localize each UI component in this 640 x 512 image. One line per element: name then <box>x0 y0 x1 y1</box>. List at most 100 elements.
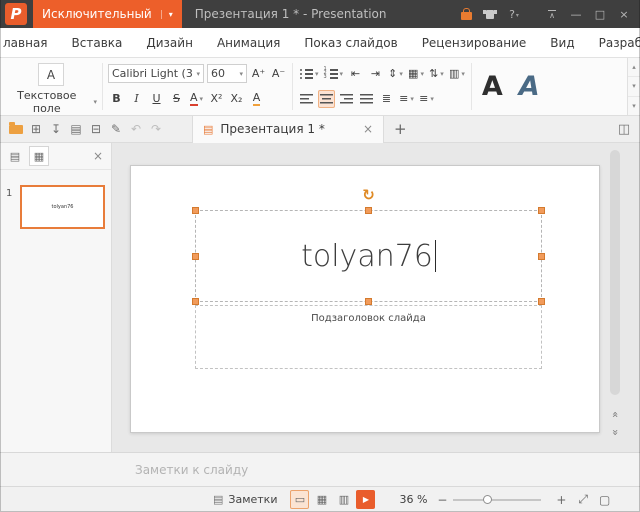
font-name-select[interactable]: Calibri Light (3 ▾ <box>108 64 204 83</box>
grow-font-button[interactable]: A⁺ <box>250 65 267 83</box>
maximize-button[interactable]: □ <box>588 0 612 28</box>
gallery-up-button[interactable]: ▴ <box>628 58 640 77</box>
decrease-indent-button[interactable]: ⇤ <box>347 65 364 83</box>
fit-slide-button[interactable]: ⤢ <box>578 492 588 507</box>
skins-icon[interactable] <box>478 0 502 28</box>
slide-thumbnail[interactable]: tolyan76 <box>20 185 105 229</box>
redo-button[interactable]: ↷ <box>146 116 166 143</box>
normal-view-button[interactable]: ▭ <box>290 490 309 509</box>
notes-pane[interactable]: Заметки к слайду <box>0 452 640 486</box>
align-center-button[interactable] <box>318 90 335 108</box>
strikethrough-button[interactable]: S <box>168 90 185 108</box>
tab-review[interactable]: Рецензирование <box>422 36 527 50</box>
paragraph-spacing-button[interactable]: ≡▾ <box>398 90 415 108</box>
font-color-button[interactable]: A▾ <box>188 90 205 108</box>
fullscreen-button[interactable]: ▢ <box>599 493 610 507</box>
export-pdf-button[interactable]: ↧ <box>46 116 66 143</box>
tab-slideshow[interactable]: Показ слайдов <box>304 36 397 50</box>
subscript-button[interactable]: X₂ <box>228 90 245 108</box>
line-spacing-button[interactable]: ⇕▾ <box>387 65 404 83</box>
resize-handle[interactable] <box>365 298 372 305</box>
columns-button[interactable]: ▥▾ <box>448 65 466 83</box>
notes-toggle-button[interactable]: ▤ Заметки <box>213 493 277 506</box>
superscript-button[interactable]: X² <box>208 90 225 108</box>
minimize-button[interactable]: — <box>564 0 588 28</box>
sidebar-toggle-button[interactable]: ◫ <box>614 116 634 143</box>
text-align-vertical-button[interactable]: ≡▾ <box>418 90 435 108</box>
borders-button[interactable]: ▦▾ <box>407 65 425 83</box>
highlight-button[interactable]: A <box>248 90 265 108</box>
bullets-button[interactable]: ▾ <box>298 65 320 83</box>
close-button[interactable]: × <box>612 0 636 28</box>
print-button[interactable]: ▤ <box>66 116 86 143</box>
resize-handle[interactable] <box>192 207 199 214</box>
app-menu-button[interactable]: Исключительный ▾ <box>33 0 182 28</box>
subtitle-placeholder[interactable]: Подзаголовок слайда <box>195 305 542 369</box>
outline-view-tab[interactable]: ▤ <box>5 146 25 166</box>
text-style-preview-2[interactable]: A <box>519 71 540 102</box>
save-button[interactable]: ⊞ <box>26 116 46 143</box>
open-file-button[interactable] <box>6 116 26 143</box>
insert-textbox-dropdown[interactable]: Текстовое поле ▾ <box>5 89 97 115</box>
gallery-down-button[interactable]: ▾ <box>628 77 640 96</box>
app-logo[interactable]: P <box>5 3 27 25</box>
slide-thumbnail-item[interactable]: 1 tolyan76 <box>0 185 111 229</box>
vertical-scrollbar[interactable] <box>610 150 620 395</box>
underline-button[interactable]: U <box>148 90 165 108</box>
numbering-button[interactable]: ▾ <box>323 65 345 83</box>
next-slide-button[interactable]: » <box>607 424 623 440</box>
zoom-level[interactable]: 36 % <box>399 493 427 506</box>
title-placeholder[interactable]: ↻ tolyan76 <box>195 210 542 302</box>
close-panel-icon[interactable]: × <box>90 149 106 163</box>
gallery-more-button[interactable]: ▾ <box>628 97 640 116</box>
premium-bag-icon[interactable] <box>454 0 478 28</box>
reading-view-button[interactable]: ▥ <box>334 490 353 509</box>
bold-button[interactable]: B <box>108 90 125 108</box>
format-painter-button[interactable]: ✎ <box>106 116 126 143</box>
text-direction-button[interactable]: ⇅▾ <box>428 65 445 83</box>
new-tab-button[interactable]: + <box>394 120 407 138</box>
text-style-preview-1[interactable]: A <box>482 71 503 102</box>
notes-placeholder-text: Заметки к слайду <box>135 463 248 477</box>
justify-button[interactable] <box>358 90 375 108</box>
tab-insert[interactable]: Вставка <box>72 36 123 50</box>
resize-handle[interactable] <box>538 298 545 305</box>
align-left-button[interactable] <box>298 90 315 108</box>
slide-title-text[interactable]: tolyan76 <box>301 239 433 274</box>
distribute-button[interactable]: ≣ <box>378 90 395 108</box>
align-right-button[interactable] <box>338 90 355 108</box>
textbox-group: A Текстовое поле ▾ <box>0 58 102 115</box>
previous-slide-button[interactable]: « <box>607 406 623 422</box>
document-tab[interactable]: ▤ Презентация 1 * × <box>192 116 384 143</box>
insert-textbox-button[interactable]: A <box>38 63 64 86</box>
tab-home[interactable]: лавная <box>3 36 48 50</box>
zoom-slider-handle[interactable] <box>483 495 492 504</box>
shrink-font-button[interactable]: A⁻ <box>270 65 287 83</box>
resize-handle[interactable] <box>538 253 545 260</box>
italic-button[interactable]: I <box>128 90 145 108</box>
zoom-out-button[interactable]: − <box>436 493 448 507</box>
rotate-handle-icon[interactable]: ↻ <box>362 187 375 203</box>
zoom-slider[interactable] <box>453 499 541 501</box>
tab-view[interactable]: Вид <box>550 36 574 50</box>
undo-button[interactable]: ↶ <box>126 116 146 143</box>
increase-indent-button[interactable]: ⇥ <box>367 65 384 83</box>
print-preview-button[interactable]: ⊟ <box>86 116 106 143</box>
resize-handle[interactable] <box>192 253 199 260</box>
resize-handle[interactable] <box>538 207 545 214</box>
slide-sorter-button[interactable]: ▦ <box>312 490 331 509</box>
slides-view-tab[interactable]: ▦ <box>29 146 49 166</box>
tab-developer[interactable]: Разработчи <box>599 36 640 50</box>
close-tab-icon[interactable]: × <box>355 122 373 136</box>
tab-design[interactable]: Дизайн <box>146 36 193 50</box>
double-chevron-up-icon: « <box>608 411 621 418</box>
help-button[interactable]: ?▾ <box>502 0 526 28</box>
collapse-ribbon-button[interactable]: ∧ <box>540 0 564 28</box>
resize-handle[interactable] <box>365 207 372 214</box>
zoom-in-button[interactable]: + <box>555 493 567 507</box>
resize-handle[interactable] <box>192 298 199 305</box>
tab-animation[interactable]: Анимация <box>217 36 280 50</box>
font-size-select[interactable]: 60 ▾ <box>207 64 247 83</box>
slideshow-button[interactable]: ▶ <box>356 490 375 509</box>
slide[interactable]: ↻ tolyan76 Подзаголовок слайда <box>130 165 600 433</box>
